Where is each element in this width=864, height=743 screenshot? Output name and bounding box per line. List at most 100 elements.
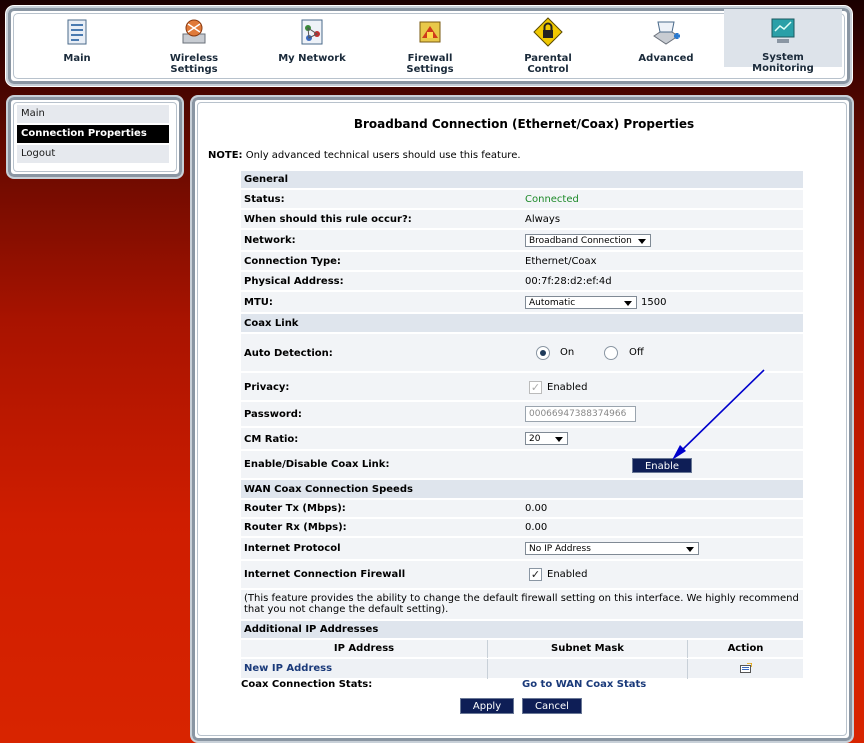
auto-off-radio[interactable]: [604, 346, 618, 360]
nav-item-my-network[interactable]: My Network: [253, 10, 371, 66]
privacy-label: Privacy:: [244, 382, 290, 393]
row-router-rx: Router Rx (Mbps): 0.00: [241, 518, 803, 536]
annotation-arrow: [672, 369, 765, 460]
network-select[interactable]: Broadband Connection: [525, 234, 651, 247]
nav-label: Main: [63, 53, 91, 64]
firewall-label: Internet Connection Firewall: [244, 569, 406, 580]
auto-on-label: On: [560, 347, 575, 358]
nav-label: My Network: [278, 53, 346, 64]
router-rx-label: Router Rx (Mbps):: [244, 522, 347, 533]
physical-address-value: 00:7f:28:d2:ef:4d: [525, 276, 612, 287]
firewall-note: (This feature provides the ability to ch…: [244, 593, 799, 615]
firewall-checkbox[interactable]: ✓: [529, 568, 542, 581]
sidebar-item-logout[interactable]: Logout: [17, 145, 169, 163]
rule-label: When should this rule occur?:: [244, 214, 412, 225]
status-value: Connected: [525, 194, 579, 205]
privacy-value: Enabled: [547, 382, 588, 393]
cancel-button[interactable]: Cancel: [522, 698, 582, 714]
row-router-tx: Router Tx (Mbps): 0.00: [241, 499, 803, 517]
cm-ratio-value: 20: [529, 434, 541, 444]
cm-ratio-select[interactable]: 20: [525, 432, 568, 445]
row-physical-address: Physical Address: 00:7f:28:d2:ef:4d: [241, 271, 803, 290]
advanced-icon: [653, 21, 680, 45]
ip-table-row: New IP Address: [241, 658, 803, 679]
add-ip-icon[interactable]: [740, 663, 752, 674]
auto-on-radio[interactable]: [536, 346, 550, 360]
section-wan-speeds: WAN Coax Connection Speeds: [241, 479, 803, 498]
firewall-value: Enabled: [547, 569, 588, 580]
section-heading: WAN Coax Connection Speeds: [244, 484, 413, 495]
row-network: Network: Broadband Connection: [241, 229, 803, 250]
password-input[interactable]: 00066947388374966: [525, 406, 636, 422]
mtu-select[interactable]: Automatic: [525, 296, 637, 309]
internet-protocol-value: No IP Address: [529, 544, 591, 554]
row-coax-stats: Coax Connection Stats: Go to WAN Coax St…: [241, 679, 803, 692]
nav-item-parental-control[interactable]: Parental Control: [489, 10, 607, 75]
chevron-down-icon: [686, 547, 694, 552]
connection-type-value: Ethernet/Coax: [525, 256, 597, 267]
row-firewall: Internet Connection Firewall ✓ Enabled: [241, 560, 803, 588]
sidebar-item-connection-properties[interactable]: Connection Properties: [17, 125, 169, 143]
nav-item-firewall-settings[interactable]: Firewall Settings: [371, 10, 489, 75]
row-mtu: MTU: Automatic 1500: [241, 291, 803, 312]
connection-type-label: Connection Type:: [244, 256, 341, 267]
sidebar-item-main[interactable]: Main: [17, 105, 169, 123]
row-status: Status: Connected: [241, 189, 803, 208]
lock-icon: [533, 17, 563, 47]
coax-stats-label: Coax Connection Stats:: [241, 679, 373, 690]
column-divider: [687, 659, 688, 679]
row-firewall-note: (This feature provides the ability to ch…: [241, 589, 803, 619]
chevron-down-icon: [555, 437, 563, 442]
note-text: Only advanced technical users should use…: [242, 150, 521, 161]
section-heading: Additional IP Addresses: [244, 624, 379, 635]
nav-item-main[interactable]: Main: [18, 10, 136, 66]
router-tx-label: Router Tx (Mbps):: [244, 503, 346, 514]
password-label: Password:: [244, 409, 302, 420]
nav-label: Wireless Settings: [169, 53, 219, 75]
nav-label: Parental Control: [524, 53, 572, 75]
nav-label: System Monitoring: [752, 52, 814, 74]
page-title: Broadband Connection (Ethernet/Coax) Pro…: [353, 117, 695, 131]
row-internet-protocol: Internet Protocol No IP Address: [241, 537, 803, 559]
physical-address-label: Physical Address:: [244, 276, 344, 287]
privacy-checkbox[interactable]: ✓: [529, 381, 542, 394]
chevron-down-icon: [638, 239, 646, 244]
password-input-value: 00066947388374966: [529, 409, 627, 419]
new-ip-address-link[interactable]: New IP Address: [244, 663, 332, 674]
nav-label: Firewall Settings: [406, 53, 454, 75]
auto-off-label: Off: [629, 347, 644, 358]
router-tx-value: 0.00: [525, 503, 548, 514]
mtu-select-value: Automatic: [529, 298, 576, 308]
row-rule: When should this rule occur?: Always: [241, 209, 803, 228]
column-header-mask: Subnet Mask: [551, 643, 624, 654]
column-header-ip: IP Address: [333, 643, 395, 654]
section-heading: General: [244, 174, 288, 185]
section-coax-link: Coax Link: [241, 313, 803, 332]
section-heading: Coax Link: [244, 318, 299, 329]
network-label: Network:: [244, 235, 296, 246]
nav-item-system-monitoring[interactable]: System Monitoring: [724, 9, 842, 74]
mtu-value: 1500: [641, 297, 667, 308]
internet-protocol-label: Internet Protocol: [244, 543, 341, 554]
column-divider: [487, 659, 488, 679]
main-icon: [67, 19, 87, 45]
apply-button[interactable]: Apply: [460, 698, 514, 714]
note-prefix: NOTE:: [208, 150, 243, 161]
column-header-action: Action: [727, 643, 764, 654]
column-divider: [687, 640, 688, 658]
column-divider: [487, 640, 488, 658]
internet-protocol-select[interactable]: No IP Address: [525, 542, 699, 555]
wireless-icon: [182, 19, 206, 44]
router-rx-value: 0.00: [525, 522, 548, 533]
mtu-label: MTU:: [244, 297, 273, 308]
coax-stats-link[interactable]: Go to WAN Coax Stats: [522, 679, 646, 690]
rule-value: Always: [525, 214, 561, 225]
chevron-down-icon: [624, 301, 632, 306]
nav-item-advanced[interactable]: Advanced: [607, 10, 725, 66]
network-select-value: Broadband Connection: [529, 236, 632, 246]
nav-label: Advanced: [638, 53, 694, 64]
nav-item-wireless-settings[interactable]: Wireless Settings: [135, 10, 253, 75]
status-label: Status:: [244, 194, 285, 205]
network-icon: [301, 19, 323, 45]
auto-detection-label: Auto Detection:: [244, 348, 333, 359]
